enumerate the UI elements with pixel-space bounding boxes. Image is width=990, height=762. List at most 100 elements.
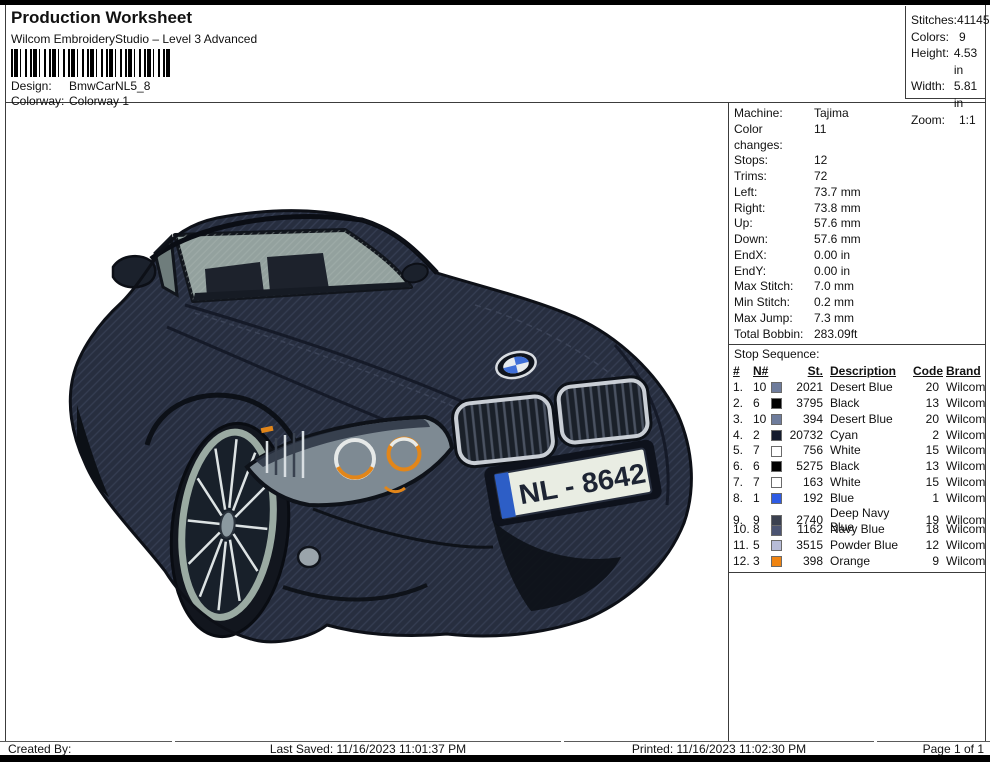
row-n: 1 (753, 491, 771, 505)
printed: Printed: 11/16/2023 11:02:30 PM (564, 741, 874, 755)
row-stitches: 20732 (787, 428, 823, 442)
stop-sequence-row: 10.81162Navy Blue18Wilcom (729, 521, 985, 537)
col-code: Code (913, 364, 939, 378)
row-description: Orange (823, 554, 913, 568)
info-label: Up: (734, 216, 814, 232)
color-swatch (771, 540, 782, 551)
machine-info-row: Min Stitch:0.2 mm (734, 295, 985, 311)
row-brand: Wilcom (939, 459, 985, 473)
row-n: 6 (753, 459, 771, 473)
page-indicator: Page 1 of 1 (877, 741, 990, 755)
row-description: Navy Blue (823, 522, 913, 536)
info-label: Trims: (734, 169, 814, 185)
row-brand: Wilcom (939, 522, 985, 536)
row-brand: Wilcom (939, 554, 985, 568)
row-stitches: 3795 (787, 396, 823, 410)
row-n: 8 (753, 522, 771, 536)
stop-sequence-row: 4.220732Cyan2Wilcom (729, 427, 985, 443)
stop-sequence-row: 1.102021Desert Blue20Wilcom (729, 379, 985, 395)
stop-sequence-table: # N# St. Description Code Brand 1.102021… (729, 362, 985, 573)
row-code: 20 (913, 380, 939, 394)
colorway-value: Colorway 1 (69, 94, 129, 108)
row-code: 15 (913, 443, 939, 457)
row-n: 2 (753, 428, 771, 442)
row-brand: Wilcom (939, 380, 985, 394)
row-code: 13 (913, 459, 939, 473)
row-stitches: 1162 (787, 522, 823, 536)
row-code: 12 (913, 538, 939, 552)
row-brand: Wilcom (939, 396, 985, 410)
machine-info-list: Machine:Tajima Color changes:11 Stops:12… (729, 103, 985, 345)
machine-info-row: Trims:72 (734, 169, 985, 185)
color-swatch (771, 556, 782, 567)
row-num: 6. (733, 459, 753, 473)
color-swatch (771, 461, 782, 472)
row-brand: Wilcom (939, 443, 985, 457)
row-description: Cyan (823, 428, 913, 442)
row-code: 18 (913, 522, 939, 536)
row-n: 7 (753, 443, 771, 457)
info-label: Max Jump: (734, 311, 814, 327)
row-code: 9 (913, 554, 939, 568)
stop-sequence-row: 7.7163White15Wilcom (729, 474, 985, 490)
summary-label: Stitches: (911, 12, 957, 29)
page-title: Production Worksheet (11, 8, 192, 28)
row-description: White (823, 443, 913, 457)
design-label: Design: (11, 79, 69, 93)
row-code: 20 (913, 412, 939, 426)
info-label: Stops: (734, 153, 814, 169)
row-n: 10 (753, 380, 771, 394)
colorway-label: Colorway: (11, 94, 69, 108)
row-n: 6 (753, 396, 771, 410)
stop-sequence-row: 12.3398Orange9Wilcom (729, 553, 985, 569)
row-num: 11. (733, 538, 753, 552)
row-description: Black (823, 459, 913, 473)
row-n: 5 (753, 538, 771, 552)
row-brand: Wilcom (939, 475, 985, 489)
row-code: 1 (913, 491, 939, 505)
info-label: Total Bobbin: (734, 327, 814, 343)
summary-value: 4.53 in (954, 45, 986, 78)
row-stitches: 398 (787, 554, 823, 568)
row-code: 15 (913, 475, 939, 489)
row-stitches: 2021 (787, 380, 823, 394)
footer: Created By: Last Saved: 11/16/2023 11:01… (0, 741, 990, 755)
design-row: Design: BmwCarNL5_8 (11, 79, 150, 93)
row-num: 5. (733, 443, 753, 457)
info-value: 0.00 in (814, 264, 850, 280)
row-brand: Wilcom (939, 538, 985, 552)
info-label: Min Stitch: (734, 295, 814, 311)
design-preview: NL - 8642 (55, 205, 700, 645)
row-n: 7 (753, 475, 771, 489)
machine-info-row: Total Bobbin:283.09ft (734, 327, 985, 343)
summary-label: Colors: (911, 29, 959, 46)
row-stitches: 5275 (787, 459, 823, 473)
info-value: 57.6 mm (814, 216, 861, 232)
machine-info-row: Up:57.6 mm (734, 216, 985, 232)
info-label: Machine: (734, 106, 814, 122)
info-label: Color changes: (734, 122, 814, 154)
info-value: 72 (814, 169, 827, 185)
row-num: 7. (733, 475, 753, 489)
color-swatch (771, 382, 782, 393)
info-value: 7.0 mm (814, 279, 854, 295)
col-description: Description (823, 364, 913, 378)
info-label: Right: (734, 201, 814, 217)
summary-row: Stitches:41145 (911, 12, 986, 29)
summary-row: Height:4.53 in (911, 45, 986, 78)
row-num: 1. (733, 380, 753, 394)
summary-label: Height: (911, 45, 954, 78)
fog-light (298, 547, 320, 567)
created-by: Created By: (0, 741, 172, 755)
machine-info-row: Down:57.6 mm (734, 232, 985, 248)
row-description: Desert Blue (823, 412, 913, 426)
header: Production Worksheet Wilcom EmbroiderySt… (5, 5, 986, 103)
color-swatch (771, 414, 782, 425)
stop-sequence-row: 2.63795Black13Wilcom (729, 395, 985, 411)
row-n: 3 (753, 554, 771, 568)
machine-info-row: EndX:0.00 in (734, 248, 985, 264)
info-value: 11 (814, 122, 826, 154)
stop-sequence-label: Stop Sequence: (729, 345, 985, 362)
color-swatch (771, 477, 782, 488)
row-description: Powder Blue (823, 538, 913, 552)
